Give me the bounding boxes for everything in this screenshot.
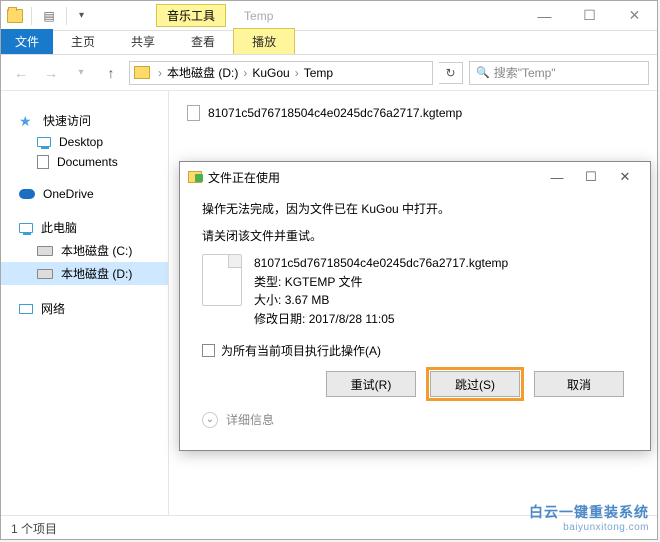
close-button[interactable]: ✕ bbox=[612, 2, 657, 30]
onedrive-icon bbox=[19, 189, 35, 199]
explorer-window: ▤ ▾ 音乐工具 Temp — ☐ ✕ 文件 主页 共享 查看 播放 ← → ▾… bbox=[0, 0, 658, 540]
qat-dropdown-icon[interactable]: ▾ bbox=[75, 10, 88, 21]
checkbox-label: 为所有当前项目执行此操作(A) bbox=[221, 342, 381, 359]
dialog-buttons: 重试(R) 跳过(S) 取消 bbox=[202, 371, 628, 397]
ribbon: 文件 主页 共享 查看 播放 bbox=[1, 31, 657, 55]
network-icon bbox=[19, 304, 33, 314]
file-tab[interactable]: 文件 bbox=[1, 29, 53, 54]
dialog-maximize-button[interactable]: ☐ bbox=[574, 164, 608, 190]
star-icon: ★ bbox=[19, 114, 35, 128]
sidebar-drive-c[interactable]: 本地磁盘 (C:) bbox=[1, 239, 168, 262]
statusbar: 1 个项目 bbox=[1, 515, 657, 539]
minimize-button[interactable]: — bbox=[522, 2, 567, 30]
sidebar-drive-d[interactable]: 本地磁盘 (D:) bbox=[1, 262, 168, 285]
up-button[interactable]: ↑ bbox=[99, 61, 123, 85]
sidebar: ★ 快速访问 Desktop Documents OneDrive 此电脑 bbox=[1, 91, 169, 515]
window-title: Temp bbox=[244, 9, 273, 23]
value: KGTEMP 文件 bbox=[285, 275, 363, 289]
sidebar-item-label: Desktop bbox=[59, 135, 103, 149]
sidebar-item-label: OneDrive bbox=[43, 187, 94, 201]
tab-play[interactable]: 播放 bbox=[233, 28, 295, 54]
dialog-body: 操作无法完成，因为文件已在 KuGou 中打开。 请关闭该文件并重试。 8107… bbox=[180, 192, 650, 436]
app-icon bbox=[7, 9, 23, 23]
titlebar: ▤ ▾ 音乐工具 Temp — ☐ ✕ bbox=[1, 1, 657, 31]
refresh-button[interactable]: ↻ bbox=[439, 62, 463, 84]
status-text: 1 个项目 bbox=[11, 522, 57, 536]
file-item[interactable]: 81071c5d76718504c4e0245dc76a2717.kgtemp bbox=[187, 105, 639, 121]
dialog-titlebar: 文件正在使用 — ☐ ✕ bbox=[180, 162, 650, 192]
contextual-tab-label: 音乐工具 bbox=[156, 4, 226, 27]
navbar: ← → ▾ ↑ › 本地磁盘 (D:) › KuGou › Temp ↻ 🔍 搜… bbox=[1, 55, 657, 91]
sidebar-item-label: 本地磁盘 (D:) bbox=[61, 265, 132, 282]
documents-icon bbox=[37, 155, 49, 169]
search-placeholder: 搜索"Temp" bbox=[494, 64, 556, 81]
sidebar-desktop[interactable]: Desktop bbox=[1, 132, 168, 152]
drive-icon bbox=[37, 269, 53, 279]
breadcrumb[interactable]: KuGou bbox=[249, 66, 292, 80]
chevron-right-icon[interactable]: › bbox=[241, 66, 249, 80]
sidebar-onedrive[interactable]: OneDrive bbox=[1, 184, 168, 204]
desktop-icon bbox=[37, 137, 51, 147]
sidebar-documents[interactable]: Documents bbox=[1, 152, 168, 172]
retry-button[interactable]: 重试(R) bbox=[326, 371, 416, 397]
maximize-button[interactable]: ☐ bbox=[567, 2, 612, 30]
dialog-icon bbox=[188, 171, 202, 183]
dialog-minimize-button[interactable]: — bbox=[540, 164, 574, 190]
tab-view[interactable]: 查看 bbox=[173, 29, 233, 54]
file-large-icon bbox=[202, 254, 242, 306]
file-in-use-dialog: 文件正在使用 — ☐ ✕ 操作无法完成，因为文件已在 KuGou 中打开。 请关… bbox=[179, 161, 651, 451]
breadcrumb[interactable]: 本地磁盘 (D:) bbox=[164, 64, 241, 81]
dialog-file-info: 81071c5d76718504c4e0245dc76a2717.kgtemp … bbox=[202, 254, 628, 328]
more-details-toggle[interactable]: ⌄ 详细信息 bbox=[202, 411, 628, 428]
sidebar-item-label: 网络 bbox=[41, 300, 65, 317]
chevron-right-icon[interactable]: › bbox=[156, 66, 164, 80]
label: 修改日期: bbox=[254, 312, 305, 326]
sidebar-network[interactable]: 网络 bbox=[1, 297, 168, 320]
file-name: 81071c5d76718504c4e0245dc76a2717.kgtemp bbox=[254, 254, 508, 273]
back-button[interactable]: ← bbox=[9, 61, 33, 85]
qat-btn[interactable]: ▤ bbox=[40, 7, 58, 25]
search-icon: 🔍 bbox=[476, 66, 490, 79]
chevron-right-icon[interactable]: › bbox=[293, 66, 301, 80]
checkbox-icon[interactable] bbox=[202, 344, 215, 357]
cancel-button[interactable]: 取消 bbox=[534, 371, 624, 397]
drive-icon bbox=[37, 246, 53, 256]
address-bar[interactable]: › 本地磁盘 (D:) › KuGou › Temp bbox=[129, 61, 433, 85]
sidebar-item-label: 快速访问 bbox=[43, 112, 91, 129]
file-icon bbox=[187, 105, 200, 121]
quick-access-toolbar: ▤ ▾ bbox=[1, 7, 94, 25]
recent-dropdown-icon[interactable]: ▾ bbox=[69, 61, 93, 85]
sidebar-item-label: 此电脑 bbox=[41, 219, 77, 236]
window-controls: — ☐ ✕ bbox=[522, 2, 657, 30]
file-name: 81071c5d76718504c4e0245dc76a2717.kgtemp bbox=[208, 106, 462, 120]
label: 大小: bbox=[254, 293, 281, 307]
folder-icon bbox=[134, 66, 150, 79]
search-input[interactable]: 🔍 搜索"Temp" bbox=[469, 61, 649, 85]
pc-icon bbox=[19, 223, 33, 233]
dialog-instruction: 请关闭该文件并重试。 bbox=[202, 227, 628, 244]
forward-button[interactable]: → bbox=[39, 61, 63, 85]
apply-all-checkbox[interactable]: 为所有当前项目执行此操作(A) bbox=[202, 342, 628, 359]
skip-button[interactable]: 跳过(S) bbox=[430, 371, 520, 397]
label: 类型: bbox=[254, 275, 281, 289]
dialog-message: 操作无法完成，因为文件已在 KuGou 中打开。 bbox=[202, 200, 628, 217]
sidebar-item-label: 本地磁盘 (C:) bbox=[61, 242, 132, 259]
chevron-down-icon: ⌄ bbox=[202, 412, 218, 428]
value: 3.67 MB bbox=[285, 293, 330, 307]
dialog-title: 文件正在使用 bbox=[208, 169, 280, 186]
value: 2017/8/28 11:05 bbox=[309, 312, 395, 326]
sidebar-item-label: Documents bbox=[57, 155, 118, 169]
dialog-close-button[interactable]: ✕ bbox=[608, 164, 642, 190]
sidebar-this-pc[interactable]: 此电脑 bbox=[1, 216, 168, 239]
more-details-label: 详细信息 bbox=[226, 411, 274, 428]
sidebar-quick-access[interactable]: ★ 快速访问 bbox=[1, 109, 168, 132]
tab-home[interactable]: 主页 bbox=[53, 29, 113, 54]
breadcrumb[interactable]: Temp bbox=[301, 66, 336, 80]
tab-share[interactable]: 共享 bbox=[113, 29, 173, 54]
